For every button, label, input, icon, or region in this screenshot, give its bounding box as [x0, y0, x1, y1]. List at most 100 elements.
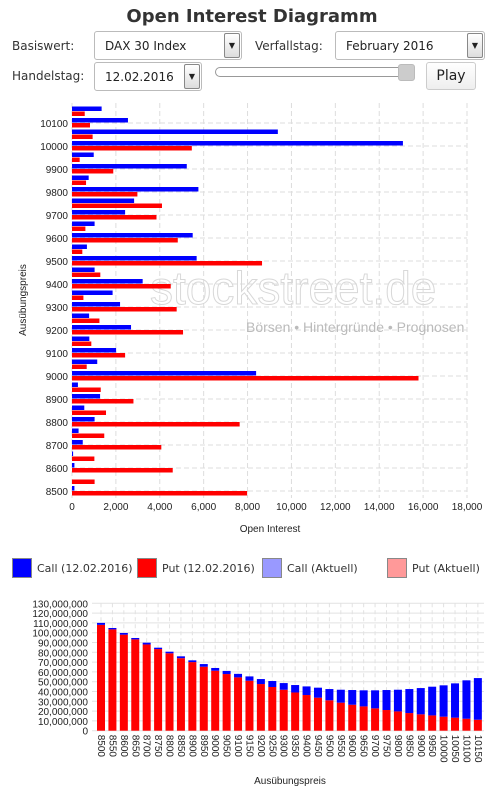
call-bar[interactable] — [72, 129, 278, 135]
call-bar[interactable] — [131, 637, 140, 640]
put-bar[interactable] — [256, 684, 265, 731]
put-bar[interactable] — [72, 387, 101, 393]
put-bar[interactable] — [382, 710, 391, 731]
put-bar[interactable] — [72, 341, 92, 347]
call-bar[interactable] — [72, 440, 83, 445]
call-bar[interactable] — [72, 221, 95, 227]
put-bar[interactable] — [462, 718, 471, 731]
call-bar[interactable] — [72, 256, 197, 261]
put-bar[interactable] — [72, 422, 240, 427]
put-bar[interactable] — [72, 491, 248, 496]
call-bar[interactable] — [72, 382, 78, 388]
call-bar[interactable] — [72, 290, 113, 296]
put-bar[interactable] — [72, 479, 95, 485]
call-bar[interactable] — [72, 336, 90, 342]
put-bar[interactable] — [291, 692, 300, 731]
put-bar[interactable] — [154, 649, 163, 731]
call-bar[interactable] — [72, 164, 187, 169]
put-bar[interactable] — [131, 639, 140, 731]
call-bar[interactable] — [72, 244, 87, 250]
put-bar[interactable] — [72, 468, 173, 473]
put-bar[interactable] — [393, 711, 402, 731]
basiswert-select[interactable]: DAX 30 Index ▼ — [94, 31, 242, 60]
call-bar[interactable] — [72, 313, 90, 319]
put-bar[interactable] — [72, 226, 86, 232]
put-bar[interactable] — [405, 713, 414, 731]
put-bar[interactable] — [416, 714, 425, 731]
put-bar[interactable] — [72, 353, 126, 358]
call-bar[interactable] — [72, 141, 403, 146]
put-bar[interactable] — [108, 629, 117, 731]
put-bar[interactable] — [428, 715, 437, 731]
chevron-down-icon[interactable]: ▼ — [467, 33, 483, 58]
put-bar[interactable] — [72, 134, 93, 140]
put-bar[interactable] — [72, 410, 107, 416]
put-bar[interactable] — [72, 295, 84, 301]
put-bar[interactable] — [72, 146, 192, 151]
put-bar[interactable] — [325, 700, 334, 731]
call-bar[interactable] — [72, 371, 257, 376]
put-bar[interactable] — [72, 284, 171, 289]
put-bar[interactable] — [119, 634, 128, 731]
call-bar[interactable] — [154, 647, 163, 650]
put-bar[interactable] — [72, 376, 419, 381]
call-bar[interactable] — [348, 690, 357, 705]
call-bar[interactable] — [72, 279, 143, 284]
call-bar[interactable] — [256, 679, 265, 685]
call-bar[interactable] — [108, 627, 117, 630]
put-bar[interactable] — [451, 717, 460, 731]
put-bar[interactable] — [72, 192, 138, 197]
call-bar[interactable] — [72, 428, 79, 434]
put-bar[interactable] — [72, 180, 87, 186]
call-bar[interactable] — [393, 689, 402, 712]
call-bar[interactable] — [222, 670, 231, 675]
call-bar[interactable] — [72, 233, 193, 238]
put-bar[interactable] — [72, 249, 83, 255]
chevron-down-icon[interactable]: ▼ — [184, 64, 200, 89]
put-bar[interactable] — [245, 680, 254, 731]
call-bar[interactable] — [382, 690, 391, 711]
call-bar[interactable] — [72, 106, 102, 112]
put-bar[interactable] — [302, 695, 311, 731]
call-bar[interactable] — [279, 683, 288, 690]
call-bar[interactable] — [405, 689, 414, 714]
call-bar[interactable] — [176, 656, 185, 659]
call-bar[interactable] — [359, 690, 368, 707]
put-bar[interactable] — [199, 666, 208, 731]
call-bar[interactable] — [72, 348, 117, 353]
date-slider-handle[interactable] — [398, 64, 415, 81]
put-bar[interactable] — [72, 215, 157, 220]
put-bar[interactable] — [371, 708, 380, 731]
put-bar[interactable] — [72, 261, 263, 266]
call-bar[interactable] — [188, 660, 197, 663]
call-bar[interactable] — [416, 688, 425, 715]
call-bar[interactable] — [72, 175, 89, 181]
call-bar[interactable] — [165, 651, 174, 654]
put-bar[interactable] — [72, 445, 162, 450]
put-bar[interactable] — [188, 662, 197, 731]
call-bar[interactable] — [371, 690, 380, 709]
play-button[interactable]: Play — [426, 62, 476, 90]
call-bar[interactable] — [72, 187, 199, 192]
put-bar[interactable] — [72, 364, 87, 370]
put-bar[interactable] — [439, 716, 448, 731]
call-bar[interactable] — [336, 689, 345, 703]
verfallstag-select[interactable]: February 2016 ▼ — [335, 31, 485, 60]
put-bar[interactable] — [72, 203, 162, 209]
call-bar[interactable] — [234, 673, 243, 678]
call-bar[interactable] — [302, 686, 311, 696]
put-bar[interactable] — [359, 706, 368, 731]
legend-item-call-aktuell[interactable]: Call (Aktuell) — [262, 558, 358, 578]
call-bar[interactable] — [72, 394, 101, 399]
call-bar[interactable] — [291, 685, 300, 693]
call-bar[interactable] — [268, 681, 277, 687]
put-bar[interactable] — [72, 433, 105, 439]
date-slider-track[interactable] — [215, 67, 415, 77]
put-bar[interactable] — [234, 677, 243, 731]
legend-item-put[interactable]: Put (12.02.2016) — [137, 558, 255, 578]
call-bar[interactable] — [72, 463, 75, 468]
call-bar[interactable] — [72, 417, 95, 422]
call-bar[interactable] — [451, 683, 460, 718]
put-bar[interactable] — [268, 686, 277, 731]
put-bar[interactable] — [72, 307, 177, 312]
